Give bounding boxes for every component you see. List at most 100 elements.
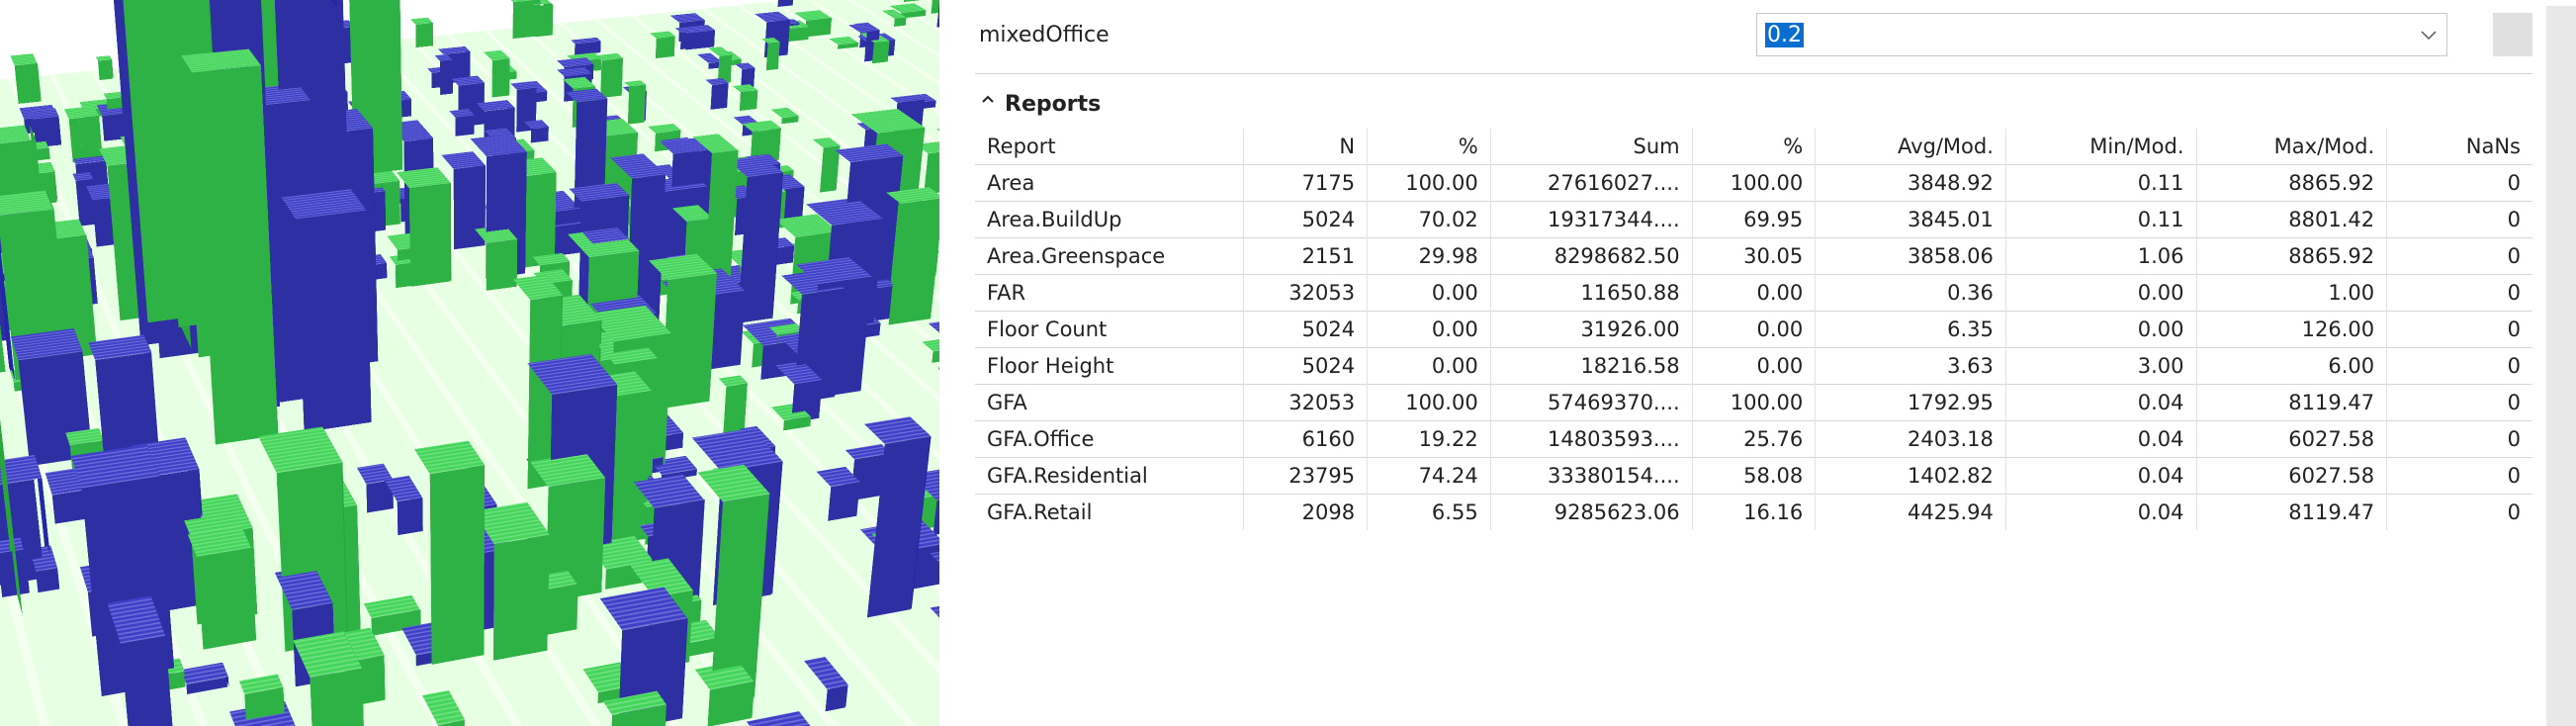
cell-pct1: 6.55 xyxy=(1368,495,1491,531)
cell-max: 6.00 xyxy=(2196,348,2387,385)
cell-pct1: 0.00 xyxy=(1368,275,1491,312)
cell-nans: 0 xyxy=(2387,312,2532,348)
city-3d-viewport[interactable] xyxy=(0,0,939,726)
cell-nans: 0 xyxy=(2387,458,2532,495)
table-row[interactable]: GFA.Retail20986.559285623.0616.164425.94… xyxy=(975,495,2532,531)
table-row[interactable]: Area.Greenspace215129.988298682.5030.053… xyxy=(975,238,2532,275)
color-swatch[interactable] xyxy=(2493,13,2532,56)
cell-n: 2151 xyxy=(1244,238,1368,275)
cell-sum: 31926.00 xyxy=(1490,312,1692,348)
table-row[interactable]: GFA32053100.0057469370....100.001792.950… xyxy=(975,385,2532,421)
cell-min: 1.06 xyxy=(2005,238,2196,275)
building xyxy=(72,172,93,181)
cell-nans: 0 xyxy=(2387,238,2532,275)
building xyxy=(624,80,646,86)
reports-table: Report N % Sum % Avg/Mod. Min/Mod. Max/M… xyxy=(975,129,2532,530)
col-header-n[interactable]: N xyxy=(1244,129,1368,165)
cell-sum: 14803593.... xyxy=(1490,421,1692,458)
table-row[interactable]: FAR320530.0011650.880.000.360.001.000 xyxy=(975,275,2532,312)
cell-nans: 0 xyxy=(2387,202,2532,238)
cell-sum: 27616027.... xyxy=(1490,165,1692,202)
table-row[interactable]: GFA.Office616019.2214803593....25.762403… xyxy=(975,421,2532,458)
cell-avg: 1792.95 xyxy=(1816,385,2006,421)
cell-avg: 3848.92 xyxy=(1816,165,2006,202)
building xyxy=(595,53,623,60)
cell-pct2: 0.00 xyxy=(1692,312,1816,348)
table-header-row: Report N % Sum % Avg/Mod. Min/Mod. Max/M… xyxy=(975,129,2532,165)
cell-avg: 3.63 xyxy=(1816,348,2006,385)
col-header-min[interactable]: Min/Mod. xyxy=(2005,129,2196,165)
cell-sum: 11650.88 xyxy=(1490,275,1692,312)
cell-min: 3.00 xyxy=(2005,348,2196,385)
col-header-sum[interactable]: Sum xyxy=(1490,129,1692,165)
cell-pct1: 19.22 xyxy=(1368,421,1491,458)
caret-up-icon xyxy=(981,98,995,112)
cell-sum: 8298682.50 xyxy=(1490,238,1692,275)
building xyxy=(29,108,58,119)
chevron-down-icon xyxy=(2421,25,2437,45)
table-row[interactable]: Floor Height50240.0018216.580.003.633.00… xyxy=(975,348,2532,385)
cell-pct1: 0.00 xyxy=(1368,348,1491,385)
cell-sum: 19317344.... xyxy=(1490,202,1692,238)
cell-max: 6027.58 xyxy=(2196,458,2387,495)
table-row[interactable]: GFA.Residential2379574.2433380154....58.… xyxy=(975,458,2532,495)
cell-pct2: 25.76 xyxy=(1692,421,1816,458)
cell-nans: 0 xyxy=(2387,348,2532,385)
cell-report: Floor Height xyxy=(975,348,1244,385)
cell-min: 0.04 xyxy=(2005,385,2196,421)
cell-pct1: 29.98 xyxy=(1368,238,1491,275)
cell-avg: 3858.06 xyxy=(1816,238,2006,275)
building xyxy=(0,125,36,144)
col-header-nans[interactable]: NaNs xyxy=(2387,129,2532,165)
cell-min: 0.11 xyxy=(2005,202,2196,238)
cell-sum: 9285623.06 xyxy=(1490,495,1692,531)
building xyxy=(10,53,38,65)
col-header-pct1[interactable]: % xyxy=(1368,129,1491,165)
cell-avg: 4425.94 xyxy=(1816,495,2006,531)
cell-n: 5024 xyxy=(1244,348,1368,385)
cell-nans: 0 xyxy=(2387,165,2532,202)
cell-min: 0.04 xyxy=(2005,421,2196,458)
cell-nans: 0 xyxy=(2387,421,2532,458)
cell-pct2: 58.08 xyxy=(1692,458,1816,495)
divider xyxy=(975,73,2532,74)
cell-nans: 0 xyxy=(2387,275,2532,312)
col-header-report[interactable]: Report xyxy=(975,129,1244,165)
table-row[interactable]: Area7175100.0027616027....100.003848.920… xyxy=(975,165,2532,202)
cell-report: Floor Count xyxy=(975,312,1244,348)
cell-report: GFA.Residential xyxy=(975,458,1244,495)
cell-avg: 1402.82 xyxy=(1816,458,2006,495)
cell-report: GFA.Office xyxy=(975,421,1244,458)
cell-pct2: 0.00 xyxy=(1692,275,1816,312)
cell-n: 2098 xyxy=(1244,495,1368,531)
cell-pct1: 70.02 xyxy=(1368,202,1491,238)
cell-max: 8865.92 xyxy=(2196,238,2387,275)
cell-max: 1.00 xyxy=(2196,275,2387,312)
cell-nans: 0 xyxy=(2387,385,2532,421)
cell-avg: 3845.01 xyxy=(1816,202,2006,238)
table-row[interactable]: Area.BuildUp502470.0219317344....69.9538… xyxy=(975,202,2532,238)
cell-n: 23795 xyxy=(1244,458,1368,495)
table-row[interactable]: Floor Count50240.0031926.000.006.350.001… xyxy=(975,312,2532,348)
building xyxy=(64,106,99,119)
cell-max: 8865.92 xyxy=(2196,165,2387,202)
cell-min: 0.04 xyxy=(2005,495,2196,531)
property-value-dropdown[interactable]: 0.2 xyxy=(1756,13,2447,56)
cell-report: FAR xyxy=(975,275,1244,312)
cell-report: Area xyxy=(975,165,1244,202)
cell-pct1: 100.00 xyxy=(1368,165,1491,202)
vertical-scrollbar[interactable] xyxy=(2546,6,2576,726)
cell-pct2: 0.00 xyxy=(1692,348,1816,385)
cell-max: 6027.58 xyxy=(2196,421,2387,458)
col-header-pct2[interactable]: % xyxy=(1692,129,1816,165)
cell-sum: 18216.58 xyxy=(1490,348,1692,385)
building xyxy=(452,75,485,85)
cell-n: 32053 xyxy=(1244,275,1368,312)
property-label: mixedOffice xyxy=(975,23,1727,47)
col-header-max[interactable]: Max/Mod. xyxy=(2196,129,2387,165)
col-header-avg[interactable]: Avg/Mod. xyxy=(1816,129,2006,165)
section-reports-header[interactable]: Reports xyxy=(975,86,2532,129)
inspector-panel: mixedOffice 0.2 Reports xyxy=(939,0,2576,726)
building xyxy=(410,17,433,24)
cell-n: 7175 xyxy=(1244,165,1368,202)
